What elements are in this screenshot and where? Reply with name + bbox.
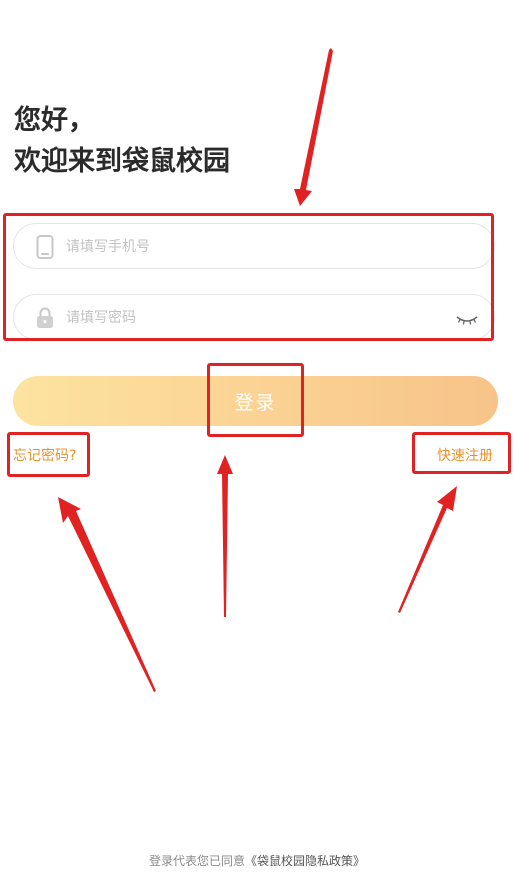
arrow-to-login [217,455,233,617]
privacy-footer: 登录代表您已同意《袋鼠校园隐私政策》 [0,852,514,869]
arrow-to-register [398,486,457,613]
privacy-policy-link[interactable]: 《袋鼠校园隐私政策》 [245,854,365,868]
footer-prefix: 登录代表您已同意 [148,854,245,868]
annotation-arrows [58,48,457,692]
arrow-to-inputs [294,48,333,206]
arrow-to-forgot [58,497,156,692]
